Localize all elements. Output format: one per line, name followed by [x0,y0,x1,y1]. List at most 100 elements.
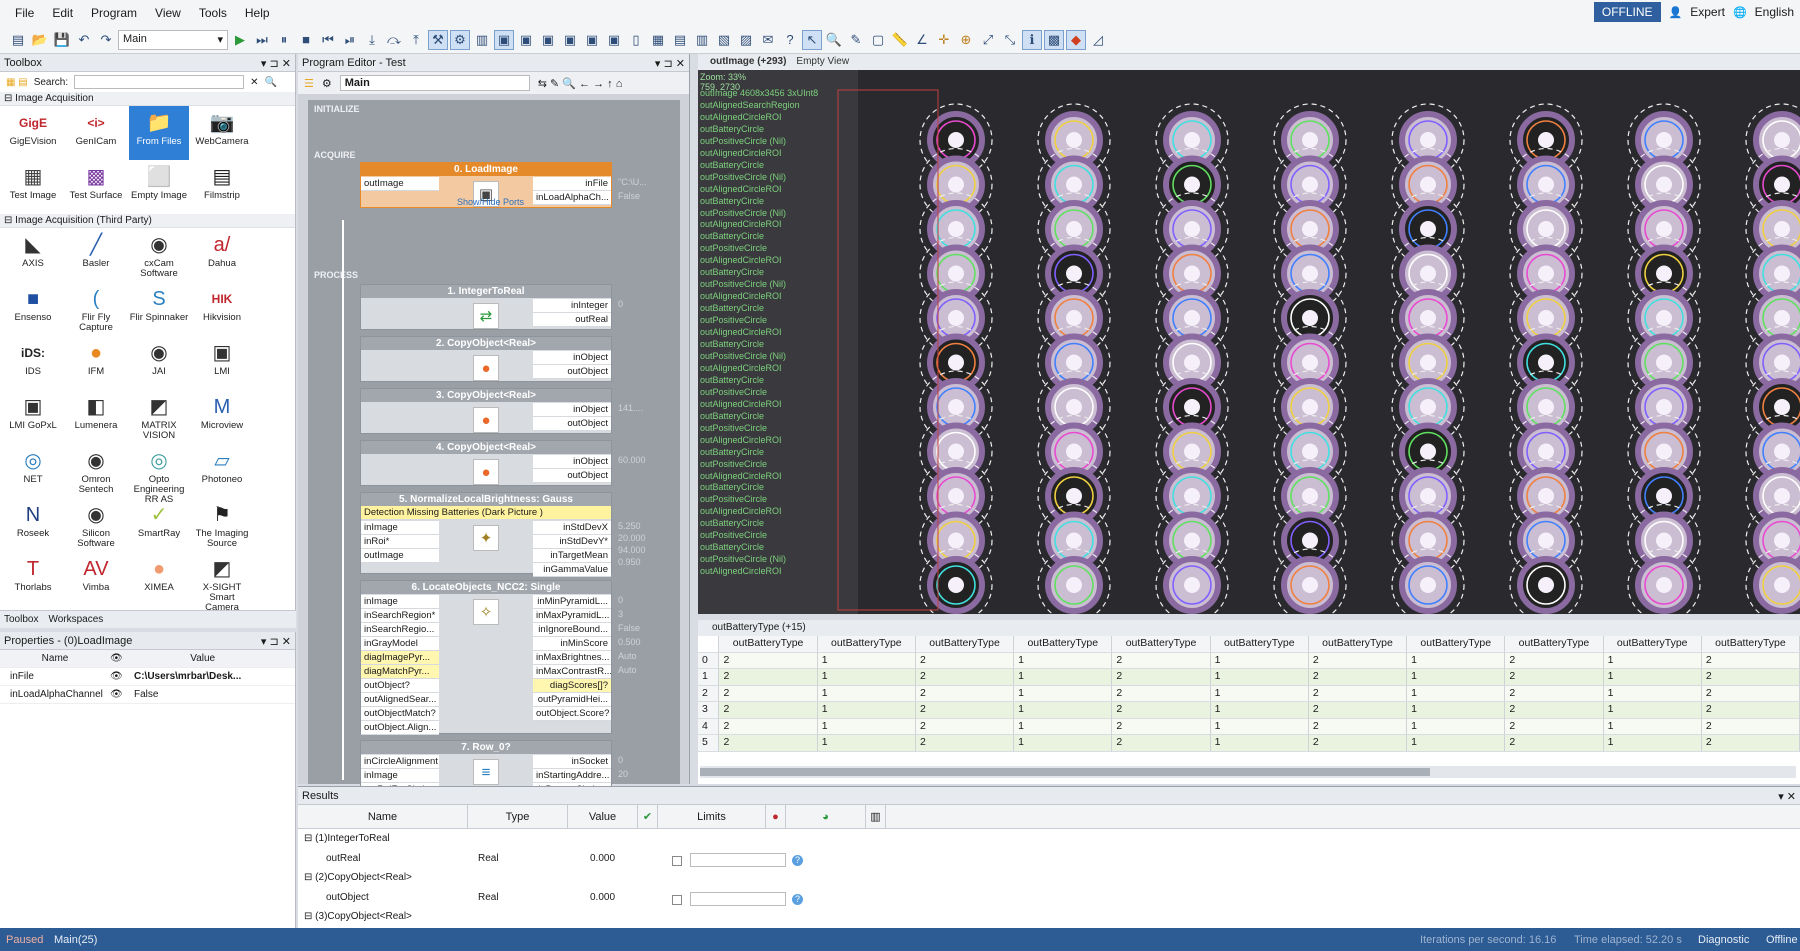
port-right[interactable]: inMaxContrastR... [533,665,611,679]
result-group[interactable]: ⊟ (3)CopyObject<Real> [304,911,864,929]
port-right[interactable]: diagScores[]? [533,679,611,693]
tool-dahua[interactable]: a/Dahua [192,228,252,282]
search-icon[interactable]: 🔍 [265,77,277,88]
table-row[interactable]: 321212121212 [698,702,1800,719]
toolbox-section-header[interactable]: ⊟ Image Acquisition (Third Party) [0,214,295,228]
help-icon[interactable]: ? [780,30,800,50]
result-row[interactable]: outReal Real 0.000? [298,852,858,871]
port-left[interactable]: outImage [361,549,439,563]
fit2-icon[interactable]: ⤡ [1000,30,1020,50]
tool-lumenera[interactable]: ◧ Lumenera [66,390,126,444]
overlay-line[interactable]: outBatteryCircle [700,447,848,459]
port-right[interactable]: outObject.Score? [533,707,611,721]
view-4-icon[interactable]: ▥ [692,30,712,50]
overlay-line[interactable]: outAlignedCircleROI [700,435,848,447]
tool-axis[interactable]: ◣ AXIS [3,228,63,282]
port-right[interactable]: inFile [533,177,611,191]
overlay-line[interactable]: outPositiveCircle [700,530,848,542]
menu-view[interactable]: View [146,6,190,20]
port-left[interactable]: outObject.Align... [361,721,439,735]
port-right[interactable]: inGammaValue [533,563,611,577]
tool-basler[interactable]: ╱ Basler [66,228,126,282]
overlay-line[interactable]: outBatteryCircle [700,231,848,243]
tool-ensenso[interactable]: ■ Ensenso [3,282,63,336]
tool-gigevision[interactable]: GigE GigEVision [3,106,63,160]
overlay-line[interactable]: outPositiveCircle [700,315,848,327]
port-right[interactable]: inMinScore [533,637,611,651]
overlay-icon[interactable]: ▩ [1044,29,1064,50]
menu-file[interactable]: File [6,6,43,20]
overlay-line[interactable]: outBatteryCircle [700,518,848,530]
port-left[interactable]: inImage [361,521,439,535]
fit-icon[interactable]: ⤢ [978,30,998,50]
toolbox-section-header[interactable]: ⊟ Image Acquisition [0,92,295,106]
tool-webcamera[interactable]: 📷 WebCamera [192,106,252,160]
limits-input[interactable] [690,891,786,906]
erase-icon[interactable]: ◆ [1066,29,1086,50]
overlay-line[interactable]: outAlignedCircleROI [700,327,848,339]
menu-tools[interactable]: Tools [190,6,236,20]
eye-icon[interactable]: 👁 [110,671,128,682]
horizontal-scrollbar[interactable] [700,766,1796,778]
overlay-line[interactable]: outBatteryCircle [700,411,848,423]
layout-6-icon[interactable]: ▣ [604,30,624,50]
angle-icon[interactable]: ∠ [912,30,932,50]
tool-hikvision[interactable]: HIK Hikvision [192,282,252,336]
overlay-line[interactable]: outAlignedCircleROI [700,184,848,196]
panel-controls-icon[interactable]: ▾ ⊐ ✕ [261,57,291,70]
tab-empty-view[interactable]: Empty View [796,56,849,68]
tool-flir-fly-capture[interactable]: (Flir Fly Capture [66,282,126,336]
tool-photoneo[interactable]: ▱ Photoneo [192,444,252,498]
tool-ids[interactable]: iDS: IDS [3,336,63,390]
tool-ximea[interactable]: ● XIMEA [129,552,189,606]
shape-icon[interactable]: ◿ [1088,30,1108,50]
overlay-line[interactable]: outBatteryCircle [700,542,848,554]
roi-icon[interactable]: ▢ [868,30,888,50]
tool-smartray[interactable]: ✓ SmartRay [129,498,189,552]
tool-ifm[interactable]: ● IFM [66,336,126,390]
tool-net[interactable]: ◎ NET [3,444,63,498]
result-checkbox[interactable] [672,894,682,905]
layout-4-icon[interactable]: ▣ [560,30,580,50]
port-left[interactable]: inGrayModel [361,637,439,651]
tool-jai[interactable]: ◉ JAI [129,336,189,390]
port-right[interactable]: inMaxPyramidL... [533,609,611,623]
pipette-icon[interactable]: ✎ [846,30,866,50]
clear-search-icon[interactable]: ✕ [250,77,258,88]
tool-silicon-software[interactable]: ◉ Silicon Software [66,498,126,552]
port-left[interactable]: inSearchRegio... [361,623,439,637]
macro-select[interactable]: Main [339,75,530,91]
column-header[interactable]: outBatteryType [915,636,1015,653]
list-icon[interactable]: ☰ [304,77,314,90]
tool-genicam[interactable]: <i> GenICam [66,106,126,160]
panel-controls-icon[interactable]: ▾ ✕ [1778,790,1796,803]
tool-filmstrip[interactable]: ▤ Filmstrip [192,160,252,214]
overlay-line[interactable]: outBatteryCircle [700,124,848,136]
overlay-line[interactable]: outPositiveCircle [700,387,848,399]
table-row[interactable]: 521212121212 [698,735,1800,752]
column-header[interactable]: outBatteryType [719,636,818,653]
step-over-icon[interactable]: ⤼ [384,30,404,50]
layout-1-icon[interactable]: ▣ [494,29,514,50]
port-right[interactable]: inInteger [533,299,611,313]
view-1-icon[interactable]: ▯ [626,30,646,50]
new-icon[interactable]: ▤ [8,30,28,50]
panel-controls-icon[interactable]: ▾ ⊐ ✕ [261,635,291,648]
port-right[interactable]: outPyramidHei... [533,693,611,707]
overlay-line[interactable]: outBatteryCircle [700,339,848,351]
save-icon[interactable]: 💾 [52,30,72,50]
port-left[interactable]: diagMatchPyr... [361,665,439,679]
pointer-icon[interactable]: ↖ [802,29,822,50]
redo-icon[interactable]: ↷ [96,30,116,50]
result-row[interactable]: outObject Real 0.000? [298,891,858,910]
overlay-line[interactable]: outPositiveCircle (Nil) [700,208,848,220]
overlay-line[interactable]: outBatteryCircle [700,303,848,315]
overlay-line[interactable]: outAlignedCircleROI [700,363,848,375]
tab-outimage[interactable]: outImage (+293) [710,56,786,68]
limits-input[interactable] [690,852,786,867]
crosshair-icon[interactable]: ✛ [934,30,954,50]
table-row[interactable]: 421212121212 [698,718,1800,735]
overlay-line[interactable]: outAlignedCircleROI [700,471,848,483]
overlay-line[interactable]: outBatteryCircle [700,160,848,172]
overlay-line[interactable]: outBatteryCircle [700,196,848,208]
